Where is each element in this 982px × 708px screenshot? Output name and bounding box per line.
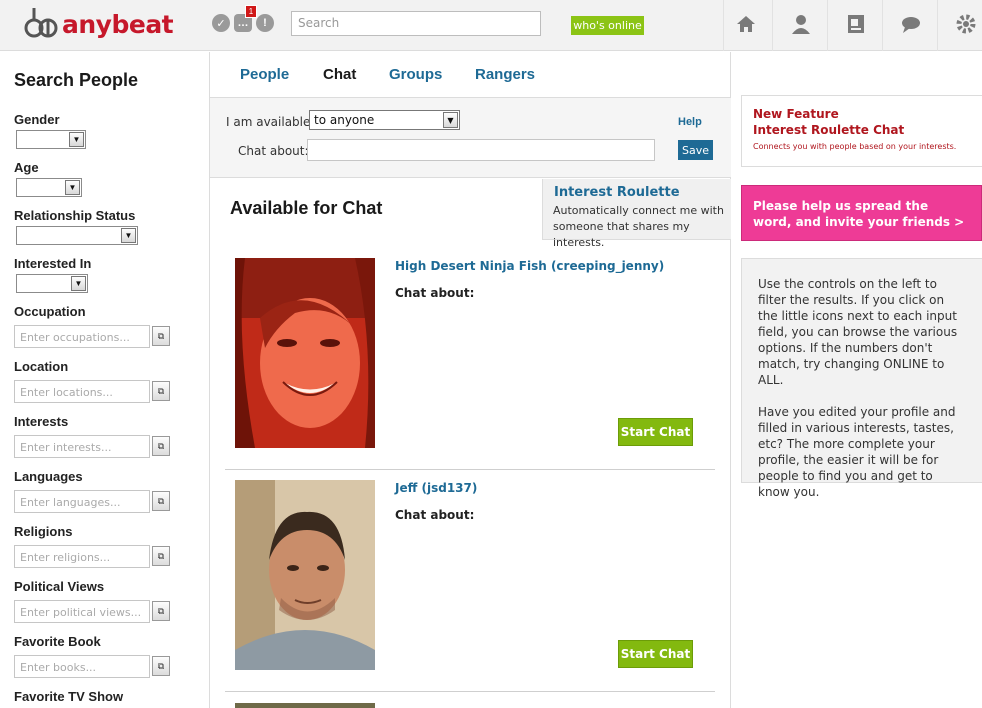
gear-icon[interactable] — [955, 13, 977, 35]
person-chat-about: Chat about: — [395, 286, 475, 300]
chat-about-input[interactable] — [307, 139, 655, 161]
tab-bar: People Chat Groups Rangers — [210, 52, 731, 98]
interests-label: Interests — [14, 414, 69, 429]
tab-groups[interactable]: Groups — [389, 66, 442, 83]
nav-divider — [723, 0, 724, 51]
help-info-box: Use the controls on the left to filter t… — [741, 258, 982, 499]
interest-roulette-title[interactable]: Interest Roulette — [554, 185, 680, 200]
chat-icon[interactable] — [900, 13, 922, 35]
person-name[interactable]: High Desert Ninja Fish (creeping_jenny) — [395, 259, 664, 273]
nav-divider — [772, 0, 773, 51]
languages-input[interactable]: Enter languages... — [14, 490, 150, 513]
top-bar: anybeat ✓ … ! 1 Search who's online — [0, 0, 982, 51]
person-chat-about: Chat about: — [395, 508, 475, 522]
browse-occupations-icon[interactable]: ⧉ — [152, 326, 170, 346]
logo[interactable]: anybeat — [22, 6, 174, 42]
tab-people[interactable]: People — [240, 66, 289, 83]
contacts-icon[interactable] — [845, 13, 867, 35]
browse-religions-icon[interactable]: ⧉ — [152, 546, 170, 566]
new-feature-subtitle[interactable]: Interest Roulette Chat — [753, 123, 904, 137]
relationship-status-label: Relationship Status — [14, 208, 136, 223]
new-feature-title: New Feature — [753, 107, 839, 121]
person-card: Jeff (jsd137) Chat about: Start Chat — [225, 470, 715, 692]
occupation-input[interactable]: Enter occupations... — [14, 325, 150, 348]
age-label: Age — [14, 160, 39, 175]
logo-mark-icon — [24, 8, 58, 38]
browse-interests-icon[interactable]: ⧉ — [152, 436, 170, 456]
favorite-tv-show-label: Favorite TV Show — [14, 689, 124, 704]
availability-label: I am available: — [226, 115, 315, 129]
browse-languages-icon[interactable]: ⧉ — [152, 491, 170, 511]
dropdown-arrow-icon: ▼ — [65, 180, 80, 195]
religions-input[interactable]: Enter religions... — [14, 545, 150, 568]
info-paragraph: Have you edited your profile and filled … — [758, 405, 956, 499]
occupation-label: Occupation — [14, 304, 86, 319]
person-card: High Desert Ninja Fish (creeping_jenny) … — [225, 248, 715, 470]
new-feature-box[interactable]: New Feature Interest Roulette Chat Conne… — [741, 95, 982, 167]
right-sidebar: New Feature Interest Roulette Chat Conne… — [731, 52, 982, 708]
logo-text: anybeat — [62, 9, 174, 39]
favorite-book-input[interactable]: Enter books... — [14, 655, 150, 678]
political-views-input[interactable]: Enter political views... — [14, 600, 150, 623]
location-label: Location — [14, 359, 69, 374]
availability-panel: I am available: to anyone ▼ Chat about: … — [210, 98, 731, 178]
help-link[interactable]: Help — [678, 116, 702, 128]
profile-photo[interactable] — [235, 480, 375, 670]
interest-roulette-box[interactable]: Interest Roulette Automatically connect … — [542, 179, 731, 249]
tab-rangers[interactable]: Rangers — [475, 66, 535, 83]
availability-value: to anyone — [314, 113, 375, 127]
start-chat-button[interactable]: Start Chat — [618, 418, 693, 446]
age-select[interactable]: ▼ — [16, 178, 82, 197]
whos-online-button[interactable]: who's online — [571, 16, 644, 35]
dropdown-arrow-icon: ▼ — [71, 276, 86, 291]
dropdown-arrow-icon: ▼ — [443, 112, 458, 128]
start-chat-button[interactable]: Start Chat — [618, 640, 693, 668]
favorite-book-label: Favorite Book — [14, 634, 101, 649]
check-icon[interactable]: ✓ — [212, 14, 230, 32]
profile-photo[interactable] — [235, 703, 375, 708]
interested-in-label: Interested In — [14, 256, 92, 271]
sidebar-title: Search People — [14, 70, 139, 90]
gender-select[interactable]: ▼ — [16, 130, 86, 149]
browse-locations-icon[interactable]: ⧉ — [152, 381, 170, 401]
languages-label: Languages — [14, 469, 83, 484]
gender-label: Gender — [14, 112, 60, 127]
home-icon[interactable] — [735, 13, 757, 35]
profile-icon[interactable] — [790, 13, 812, 35]
interest-roulette-desc: Automatically connect me with someone th… — [553, 204, 724, 249]
save-button[interactable]: Save — [678, 140, 713, 160]
browse-books-icon[interactable]: ⧉ — [152, 656, 170, 676]
religions-label: Religions — [14, 524, 73, 539]
info-paragraph: Use the controls on the left to filter t… — [758, 277, 958, 387]
profile-photo[interactable] — [235, 258, 375, 448]
dropdown-arrow-icon: ▼ — [121, 228, 136, 243]
nav-divider — [882, 0, 883, 51]
search-input[interactable]: Search — [291, 11, 541, 36]
new-feature-desc: Connects you with people based on your i… — [753, 142, 957, 151]
notification-icons: ✓ … ! 1 — [212, 5, 274, 32]
dropdown-arrow-icon: ▼ — [69, 132, 84, 147]
search-sidebar: Search People Gender ▼ Age ▼ Relationshi… — [0, 52, 210, 708]
main-content: People Chat Groups Rangers I am availabl… — [210, 52, 731, 708]
browse-political-views-icon[interactable]: ⧉ — [152, 601, 170, 621]
notification-badge: 1 — [245, 5, 257, 18]
nav-divider — [937, 0, 938, 51]
location-input[interactable]: Enter locations... — [14, 380, 150, 403]
chat-about-label: Chat about: — [238, 144, 309, 158]
nav-divider — [827, 0, 828, 51]
political-views-label: Political Views — [14, 579, 105, 594]
interested-in-select[interactable]: ▼ — [16, 274, 88, 293]
interests-input[interactable]: Enter interests... — [14, 435, 150, 458]
available-for-chat-title: Available for Chat — [230, 198, 383, 218]
invite-friends-banner[interactable]: Please help us spread the word, and invi… — [741, 185, 982, 241]
tab-chat[interactable]: Chat — [323, 66, 356, 83]
person-name[interactable]: Jeff (jsd137) — [395, 481, 477, 495]
alert-icon[interactable]: ! — [256, 14, 274, 32]
relationship-status-select[interactable]: ▼ — [16, 226, 138, 245]
availability-select[interactable]: to anyone ▼ — [309, 110, 460, 130]
